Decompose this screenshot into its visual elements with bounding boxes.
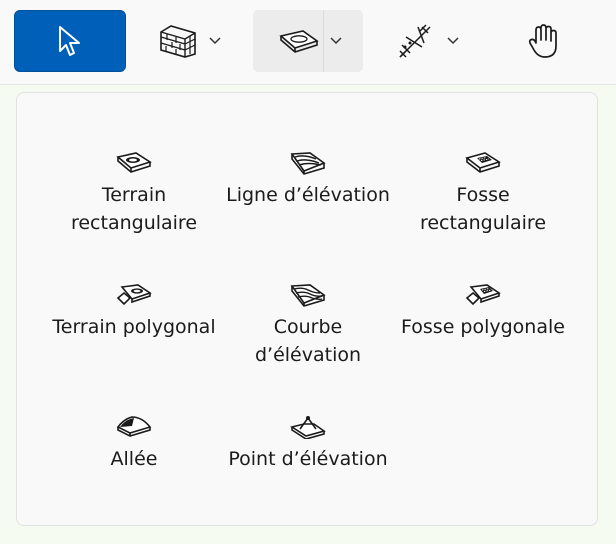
driveway-icon — [116, 416, 152, 437]
plant-tool-button[interactable] — [380, 10, 480, 72]
pan-tool-button[interactable] — [506, 10, 582, 72]
item-label: Ligne d’élévation — [226, 184, 390, 206]
chevron-down-icon[interactable] — [329, 34, 343, 48]
select-tool-button[interactable] — [14, 10, 126, 72]
item-label: Terrain polygonal — [52, 316, 216, 338]
rectangular-pit-item[interactable]: Fosse rectangulaire — [395, 151, 571, 237]
split-divider — [323, 10, 324, 72]
terrain-tool-button[interactable] — [253, 10, 363, 72]
elevation-curve-icon — [290, 284, 326, 307]
item-label: Fosse polygonale — [401, 316, 565, 338]
elevation-line-icon — [290, 152, 326, 175]
item-label: Fosse rectangulaire — [419, 184, 547, 234]
elevation-curve-item[interactable]: Courbe d’élévation — [220, 283, 396, 369]
plant-symbol-icon — [399, 24, 431, 58]
terrain-tools-panel: Terrain rectangulaire Ligne d’élévation … — [16, 92, 598, 526]
chevron-down-icon[interactable] — [208, 34, 222, 48]
wall-tool-button[interactable] — [140, 10, 244, 72]
elevation-line-item[interactable]: Ligne d’élévation — [220, 151, 396, 209]
toolbar — [0, 0, 616, 85]
terrain-slab-icon — [279, 30, 319, 53]
item-label: Allée — [110, 448, 158, 470]
polygonal-pit-item[interactable]: Fosse polygonale — [395, 283, 571, 341]
item-label: Courbe d’élévation — [254, 316, 362, 366]
rectangular-pit-icon — [465, 152, 501, 173]
brick-wall-icon — [160, 25, 196, 58]
terrain-rectangular-item[interactable]: Terrain rectangulaire — [46, 151, 222, 237]
chevron-down-icon[interactable] — [446, 34, 460, 48]
polygonal-terrain-icon — [116, 284, 152, 306]
polygonal-terrain-item[interactable]: Terrain polygonal — [46, 283, 222, 341]
driveway-item[interactable]: Allée — [46, 415, 222, 473]
item-label: Terrain rectangulaire — [70, 184, 198, 234]
elevation-point-item[interactable]: Point d’élévation — [220, 415, 396, 473]
cursor-arrow-icon — [59, 26, 80, 56]
polygonal-pit-icon — [465, 284, 501, 306]
rectangular-terrain-icon — [116, 152, 152, 173]
hand-icon — [528, 24, 557, 58]
item-label: Point d’élévation — [228, 448, 388, 470]
elevation-point-icon — [290, 416, 326, 439]
